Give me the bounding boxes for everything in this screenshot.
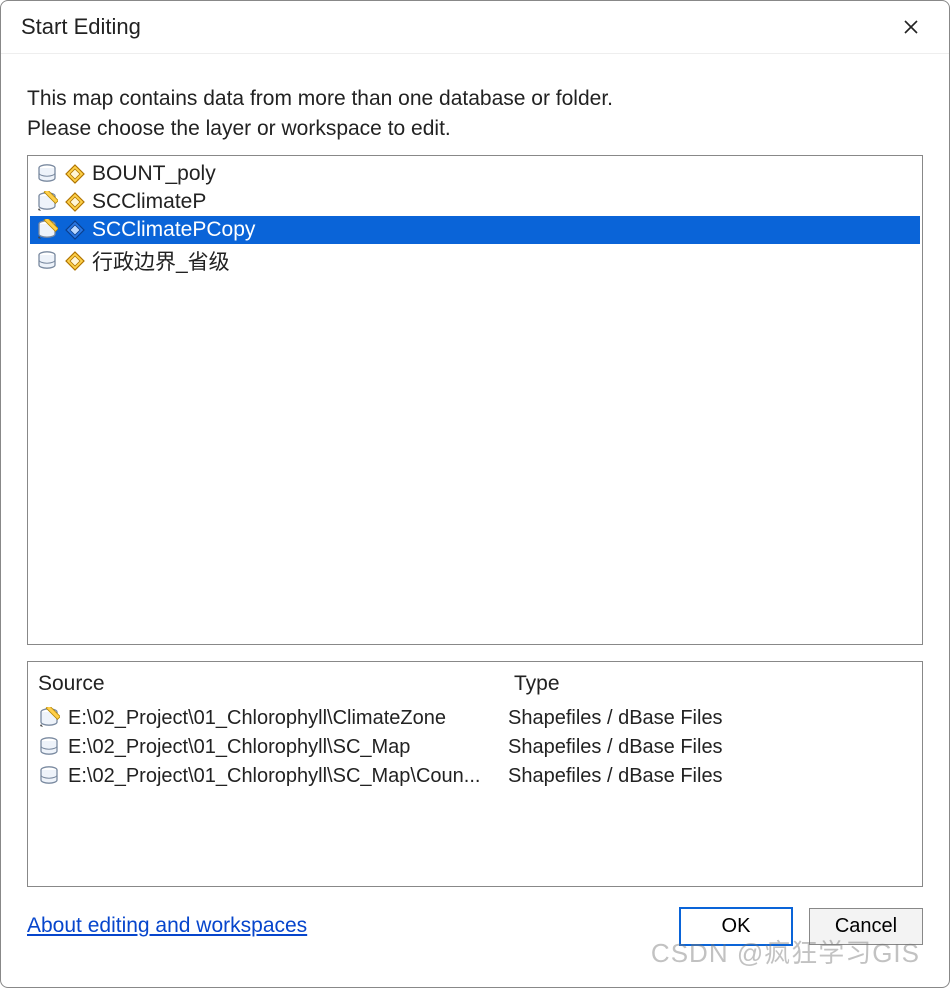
ok-button[interactable]: OK (679, 907, 793, 946)
about-link[interactable]: About editing and workspaces (27, 914, 307, 938)
dialog-title: Start Editing (21, 14, 141, 40)
source-type: Shapefiles / dBase Files (508, 765, 912, 788)
dialog-content: This map contains data from more than on… (1, 54, 949, 987)
source-header: Source Type (28, 662, 922, 704)
source-rows: E:\02_Project\01_Chlorophyll\ClimateZone… (28, 704, 922, 791)
layer-row[interactable]: BOUNT_poly (30, 160, 920, 188)
source-row[interactable]: E:\02_Project\01_Chlorophyll\SC_Map\Coun… (38, 762, 912, 791)
source-row[interactable]: E:\02_Project\01_Chlorophyll\ClimateZone… (38, 704, 912, 733)
layer-row-selected[interactable]: SCClimatePCopy (30, 216, 920, 244)
instructions: This map contains data from more than on… (27, 84, 923, 145)
database-edit-icon (36, 219, 58, 241)
database-icon (38, 765, 60, 787)
source-type: Shapefiles / dBase Files (508, 736, 912, 759)
polygon-layer-icon (64, 191, 86, 213)
database-edit-icon (36, 191, 58, 213)
source-type: Shapefiles / dBase Files (508, 707, 912, 730)
layer-row[interactable]: SCClimateP (30, 188, 920, 216)
source-row[interactable]: E:\02_Project\01_Chlorophyll\SC_Map Shap… (38, 733, 912, 762)
polygon-layer-icon (64, 250, 86, 272)
instructions-line-2: Please choose the layer or workspace to … (27, 114, 923, 144)
layer-row[interactable]: 行政边界_省级 (30, 244, 920, 278)
database-icon (36, 250, 58, 272)
source-path: E:\02_Project\01_Chlorophyll\SC_Map (68, 736, 410, 759)
close-button[interactable] (889, 9, 933, 45)
layer-label: SCClimateP (92, 190, 206, 214)
polygon-layer-icon (64, 163, 86, 185)
column-header-type[interactable]: Type (514, 672, 912, 696)
layer-label: SCClimatePCopy (92, 218, 255, 242)
layer-list[interactable]: BOUNT_poly SCClimateP SCClimatePCopy 行政边… (27, 155, 923, 645)
dialog-footer: About editing and workspaces OK Cancel (27, 907, 923, 946)
instructions-line-1: This map contains data from more than on… (27, 84, 923, 114)
source-path: E:\02_Project\01_Chlorophyll\ClimateZone (68, 707, 446, 730)
database-icon (38, 736, 60, 758)
database-icon (36, 163, 58, 185)
column-header-source[interactable]: Source (38, 672, 514, 696)
cancel-button[interactable]: Cancel (809, 908, 923, 945)
close-icon (903, 19, 919, 35)
polygon-layer-icon (64, 219, 86, 241)
titlebar: Start Editing (1, 1, 949, 54)
database-edit-icon (38, 707, 60, 729)
layer-label: 行政边界_省级 (92, 246, 230, 276)
source-panel: Source Type E:\02_Project\01_Chlorophyll… (27, 661, 923, 887)
source-path: E:\02_Project\01_Chlorophyll\SC_Map\Coun… (68, 765, 480, 788)
start-editing-dialog: Start Editing This map contains data fro… (0, 0, 950, 988)
layer-label: BOUNT_poly (92, 162, 216, 186)
